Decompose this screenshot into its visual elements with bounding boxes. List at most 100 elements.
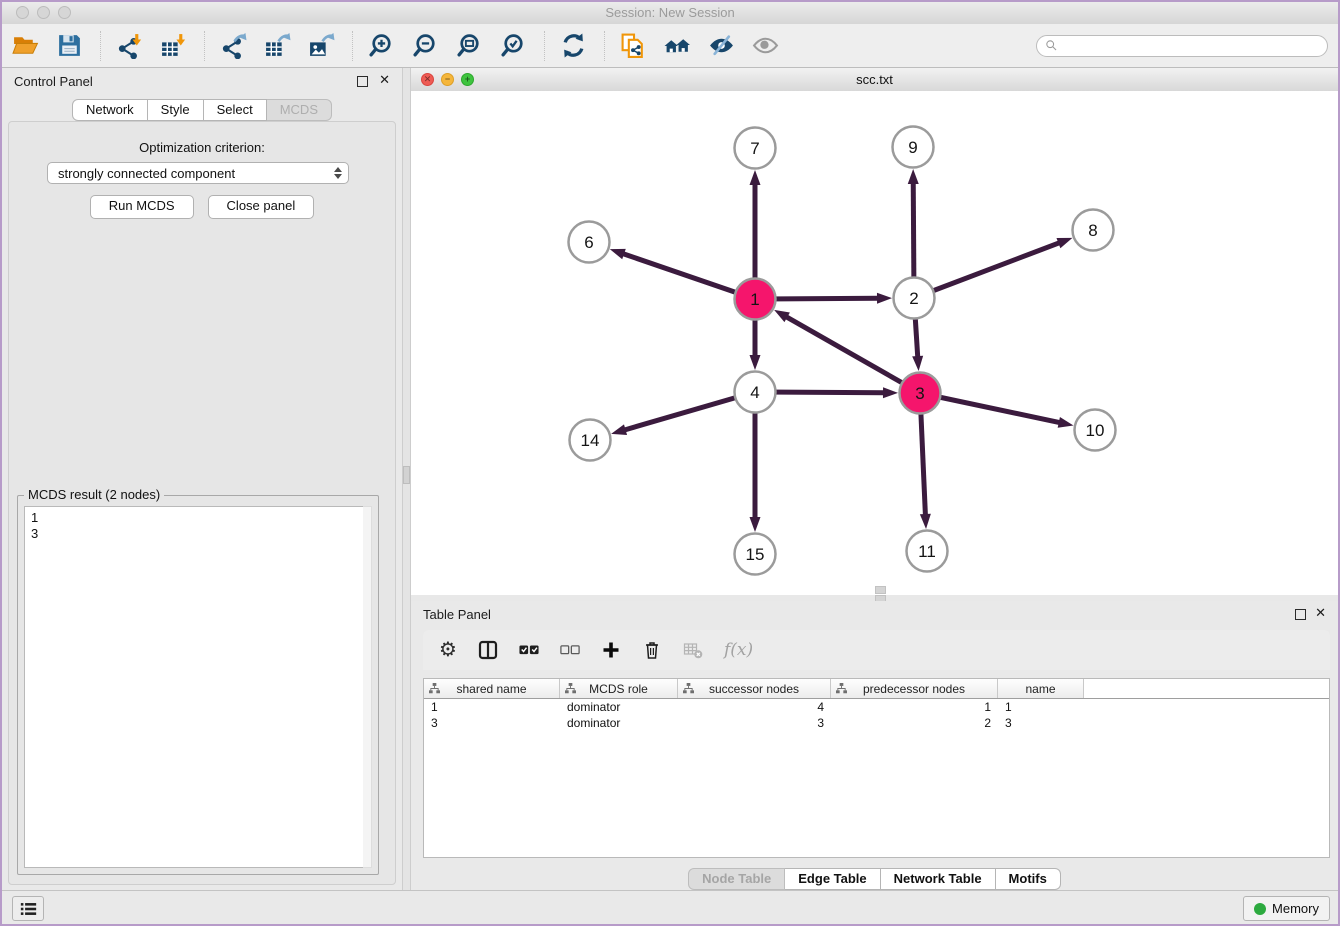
column-header-predecessor-nodes[interactable]: predecessor nodes <box>831 679 998 698</box>
zoom-in-button[interactable] <box>364 29 398 63</box>
edge-arrowhead <box>1056 238 1072 248</box>
apply-layout-button[interactable] <box>556 29 590 63</box>
column-header-name[interactable]: name <box>998 679 1084 698</box>
graph-node-label: 3 <box>915 384 924 403</box>
toolbar-separator <box>204 31 206 61</box>
edge-2-8[interactable] <box>914 242 1060 298</box>
float-panel-icon[interactable] <box>357 76 368 87</box>
network-view-window: ✕ − + scc.txt 7968124314101511 <box>411 68 1338 595</box>
table-cell[interactable]: 1 <box>998 700 1084 714</box>
column-header-mcds-role[interactable]: MCDS role <box>560 679 678 698</box>
task-history-button[interactable] <box>12 896 44 921</box>
new-network-from-selection-button[interactable] <box>616 29 650 63</box>
network-canvas[interactable]: 7968124314101511 <box>411 91 1338 595</box>
table-tabs: Node TableEdge TableNetwork TableMotifs <box>411 868 1338 890</box>
open-file-button[interactable] <box>8 29 42 63</box>
table-cell[interactable]: 1 <box>831 700 998 714</box>
table-cell[interactable]: 4 <box>678 700 831 714</box>
delete-column-icon <box>642 640 662 660</box>
graph-node-label: 2 <box>909 289 918 308</box>
table-cell[interactable]: dominator <box>560 700 678 714</box>
import-table-button[interactable] <box>156 29 190 63</box>
add-column-button[interactable] <box>601 637 621 663</box>
network-window-titlebar: ✕ − + scc.txt <box>411 68 1338 92</box>
optimization-criterion-label: Optimization criterion: <box>9 140 395 155</box>
search-box <box>1036 35 1328 57</box>
table-cell[interactable]: 2 <box>831 716 998 730</box>
edge-arrowhead <box>883 387 898 398</box>
deselect-all-button[interactable] <box>560 637 580 663</box>
memory-button[interactable]: Memory <box>1243 896 1330 921</box>
tab-edge-table[interactable]: Edge Table <box>785 868 880 890</box>
select-all-icon <box>519 640 539 660</box>
tab-motifs[interactable]: Motifs <box>996 868 1061 890</box>
control-panel-header: Control Panel ✕ <box>2 68 402 95</box>
add-column-icon <box>601 640 621 660</box>
table-gear-button[interactable]: ⚙ <box>439 637 457 663</box>
table-cell[interactable]: 3 <box>998 716 1084 730</box>
float-table-panel-icon[interactable] <box>1295 609 1306 620</box>
export-table-icon <box>264 32 291 59</box>
tab-style[interactable]: Style <box>148 99 204 121</box>
search-input[interactable] <box>1063 37 1319 54</box>
edge-arrowhead <box>877 293 892 304</box>
save-session-button[interactable] <box>52 29 86 63</box>
network-window-title: scc.txt <box>411 72 1338 87</box>
export-table-button[interactable] <box>260 29 294 63</box>
graph-node-label: 15 <box>746 545 765 564</box>
close-table-panel-icon[interactable]: ✕ <box>1315 605 1326 621</box>
hide-selected-button[interactable] <box>704 29 738 63</box>
first-neighbors-button[interactable] <box>660 29 694 63</box>
graph-node-label: 6 <box>584 233 593 252</box>
column-header-successor-nodes[interactable]: successor nodes <box>678 679 831 698</box>
open-file-icon <box>12 32 39 59</box>
zoom-selected-icon <box>500 32 527 59</box>
tab-mcds[interactable]: MCDS <box>267 99 332 121</box>
table-row[interactable]: 1dominator411 <box>424 699 1329 715</box>
application-window: Session: New Session Control Panel ✕ Net… <box>0 0 1340 926</box>
import-network-button[interactable] <box>112 29 146 63</box>
table-cell[interactable]: 1 <box>424 700 560 714</box>
delete-column-button[interactable] <box>642 637 662 663</box>
zoom-out-button[interactable] <box>408 29 442 63</box>
select-all-button[interactable] <box>519 637 539 663</box>
node-table: shared nameMCDS rolesuccessor nodesprede… <box>423 678 1330 858</box>
show-hidden-icon <box>752 32 779 59</box>
run-mcds-button[interactable]: Run MCDS <box>90 195 194 219</box>
export-image-button[interactable] <box>304 29 338 63</box>
import-network-icon <box>116 32 143 59</box>
edge-arrowhead <box>750 517 761 532</box>
table-cell[interactable]: dominator <box>560 716 678 730</box>
tab-network-table[interactable]: Network Table <box>881 868 996 890</box>
zoom-selected-button[interactable] <box>496 29 530 63</box>
tab-node-table[interactable]: Node Table <box>688 868 785 890</box>
tab-select[interactable]: Select <box>204 99 267 121</box>
optimization-criterion-dropdown[interactable]: strongly connected component <box>47 162 349 184</box>
table-cell[interactable]: 3 <box>424 716 560 730</box>
dropdown-stepper-icon <box>334 167 342 179</box>
graph-node-label: 8 <box>1088 221 1097 240</box>
tab-network[interactable]: Network <box>72 99 148 121</box>
canvas-scroll-grip[interactable] <box>875 586 886 594</box>
close-panel-button[interactable]: Close panel <box>208 195 315 219</box>
edge-3-1[interactable] <box>785 316 920 393</box>
hide-selected-icon <box>708 32 735 59</box>
zoom-fit-button[interactable] <box>452 29 486 63</box>
title-bar: Session: New Session <box>2 2 1338 25</box>
table-row[interactable]: 3dominator323 <box>424 715 1329 731</box>
graph-node-label: 10 <box>1086 421 1105 440</box>
close-panel-icon[interactable]: ✕ <box>379 72 390 88</box>
edge-arrowhead <box>908 169 919 184</box>
vertical-splitter[interactable] <box>402 68 411 891</box>
apply-layout-icon <box>560 32 587 59</box>
column-header-shared-name[interactable]: shared name <box>424 679 560 698</box>
mcds-result-text[interactable]: 1 3 <box>24 506 372 868</box>
dropdown-selected-value: strongly connected component <box>58 166 334 181</box>
insert-column-button[interactable] <box>478 637 498 663</box>
table-cell[interactable]: 3 <box>678 716 831 730</box>
graph-node-label: 1 <box>750 290 759 309</box>
result-scrollbar[interactable] <box>363 506 372 868</box>
graph-node-label: 4 <box>750 383 759 402</box>
export-network-button[interactable] <box>216 29 250 63</box>
zoom-fit-icon <box>456 32 483 59</box>
